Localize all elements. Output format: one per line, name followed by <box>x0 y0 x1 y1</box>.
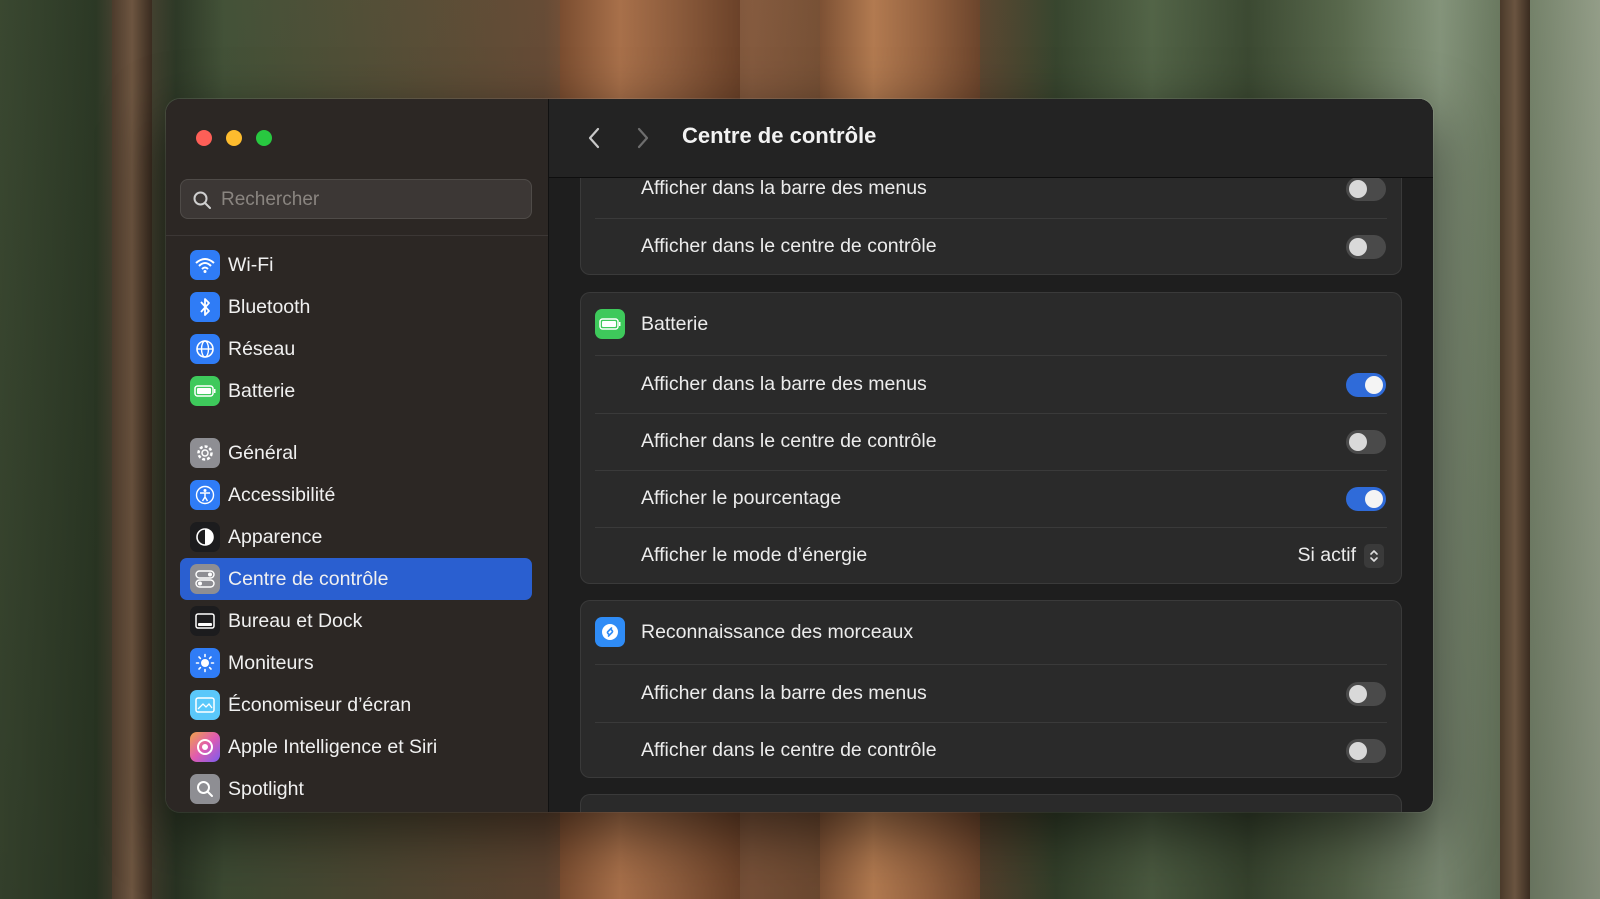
sidebar-item-displays[interactable]: Moniteurs <box>180 642 532 684</box>
group-title: Batterie <box>641 312 709 335</box>
wifi-icon <box>190 250 220 280</box>
toggle-knob <box>1349 237 1367 256</box>
sidebar-item-label: Apple Intelligence et Siri <box>228 735 438 758</box>
settings-row: Afficher dans la barre des menus <box>641 356 1401 413</box>
group-header: Reconnaissance des morceaux <box>595 617 913 647</box>
toggle-switch[interactable] <box>1346 429 1386 454</box>
close-button[interactable] <box>196 130 212 146</box>
control-center-icon <box>190 564 220 594</box>
sidebar-item-label: Batterie <box>228 379 296 402</box>
row-label: Afficher dans la barre des menus <box>641 177 927 199</box>
accessibility-icon <box>190 480 220 510</box>
sidebar-item-label: Accessibilité <box>228 483 336 506</box>
settings-group-battery: Batterie Afficher dans la barre des menu… <box>580 292 1402 584</box>
toggle-switch[interactable] <box>1346 486 1386 511</box>
wallpaper-trunk <box>112 0 152 899</box>
sidebar-item-screensaver[interactable]: Économiseur d’écran <box>180 684 532 726</box>
sidebar-item-label: Bluetooth <box>228 295 311 318</box>
sidebar-item-label: Général <box>228 441 298 464</box>
sidebar-item-appearance[interactable]: Apparence <box>180 516 532 558</box>
row-label: Afficher dans le centre de contrôle <box>641 430 937 452</box>
wallpaper-trunk <box>1500 0 1530 899</box>
chevron-left-icon <box>588 127 600 149</box>
shazam-icon <box>595 617 625 647</box>
battery-icon <box>190 376 220 406</box>
sidebar-item-siri[interactable]: Apple Intelligence et Siri <box>180 726 532 768</box>
row-label: Afficher le pourcentage <box>641 487 842 509</box>
sidebar-item-label: Spotlight <box>228 777 304 800</box>
toggle-switch[interactable] <box>1346 738 1386 763</box>
spotlight-icon <box>190 774 220 804</box>
display-icon <box>190 648 220 678</box>
screensaver-icon <box>190 690 220 720</box>
settings-row: Afficher dans le centre de contrôle <box>641 218 1401 275</box>
settings-row: Afficher dans la barre des menus <box>641 665 1401 722</box>
page-title: Centre de contrôle <box>682 123 877 148</box>
titlebar: Centre de contrôle <box>549 99 1433 178</box>
sidebar-item-label: Wi-Fi <box>228 253 274 276</box>
search-field[interactable] <box>180 179 532 220</box>
settings-row: Afficher dans le centre de contrôle <box>641 413 1401 470</box>
sidebar: Wi-Fi Bluetooth Réseau Batterie Général <box>166 99 549 812</box>
toggle-knob <box>1365 489 1383 508</box>
toggle-knob <box>1349 179 1367 198</box>
row-label: Afficher dans le centre de contrôle <box>641 235 937 257</box>
sidebar-item-accessibility[interactable]: Accessibilité <box>180 474 532 516</box>
gear-icon <box>190 438 220 468</box>
select-value: Si actif <box>1297 544 1356 566</box>
settings-window: Wi-Fi Bluetooth Réseau Batterie Général <box>166 99 1433 812</box>
settings-group-next <box>580 794 1402 812</box>
sidebar-item-general[interactable]: Général <box>180 432 532 474</box>
battery-icon <box>595 309 625 339</box>
search-input[interactable] <box>219 180 523 220</box>
search-icon <box>193 191 211 209</box>
toggle-knob <box>1349 741 1367 760</box>
toggle-knob <box>1365 375 1383 394</box>
back-button[interactable] <box>582 124 608 152</box>
group-title: Reconnaissance des morceaux <box>641 620 914 643</box>
zoom-button[interactable] <box>256 130 272 146</box>
sidebar-item-wifi[interactable]: Wi-Fi <box>180 244 532 286</box>
chevron-right-icon <box>637 127 649 149</box>
row-label: Afficher le mode d’énergie <box>641 544 868 566</box>
sidebar-item-label: Moniteurs <box>228 651 314 674</box>
sidebar-item-label: Apparence <box>228 525 323 548</box>
minimize-button[interactable] <box>226 130 242 146</box>
globe-icon <box>190 334 220 364</box>
toggle-switch[interactable] <box>1346 372 1386 397</box>
settings-row: Afficher le pourcentage <box>641 470 1401 527</box>
sidebar-item-label: Économiseur d’écran <box>228 693 412 716</box>
chevron-updown-icon <box>1364 543 1384 568</box>
dock-icon <box>190 606 220 636</box>
sidebar-item-battery[interactable]: Batterie <box>180 370 532 412</box>
bluetooth-icon <box>190 292 220 322</box>
sidebar-item-bluetooth[interactable]: Bluetooth <box>180 286 532 328</box>
row-label: Afficher dans le centre de contrôle <box>641 739 937 761</box>
settings-group-music-recognition: Reconnaissance des morceaux Afficher dan… <box>580 600 1402 778</box>
sidebar-item-label: Centre de contrôle <box>228 567 389 590</box>
toggle-switch[interactable] <box>1346 681 1386 706</box>
sidebar-item-label: Bureau et Dock <box>228 609 363 632</box>
sidebar-divider <box>166 235 548 236</box>
sidebar-item-label: Réseau <box>228 337 296 360</box>
toggle-knob <box>1349 684 1367 703</box>
energy-mode-select[interactable]: Si actif <box>1297 543 1384 568</box>
toggle-switch[interactable] <box>1346 176 1386 201</box>
siri-icon <box>190 732 220 762</box>
main-pane: Afficher dans la barre des menus Affiche… <box>549 99 1433 812</box>
settings-row: Afficher dans le centre de contrôle <box>641 722 1401 779</box>
row-label: Afficher dans la barre des menus <box>641 373 927 395</box>
sidebar-item-spotlight[interactable]: Spotlight <box>180 768 532 810</box>
sidebar-item-desktop-dock[interactable]: Bureau et Dock <box>180 600 532 642</box>
group-header: Batterie <box>595 309 708 339</box>
sidebar-item-network[interactable]: Réseau <box>180 328 532 370</box>
sidebar-item-control-center[interactable]: Centre de contrôle <box>180 558 532 600</box>
settings-row: Afficher le mode d’énergie Si actif <box>641 527 1401 584</box>
appearance-icon <box>190 522 220 552</box>
toggle-switch[interactable] <box>1346 234 1386 259</box>
row-label: Afficher dans la barre des menus <box>641 682 927 704</box>
toggle-knob <box>1349 432 1367 451</box>
forward-button[interactable] <box>629 124 655 152</box>
